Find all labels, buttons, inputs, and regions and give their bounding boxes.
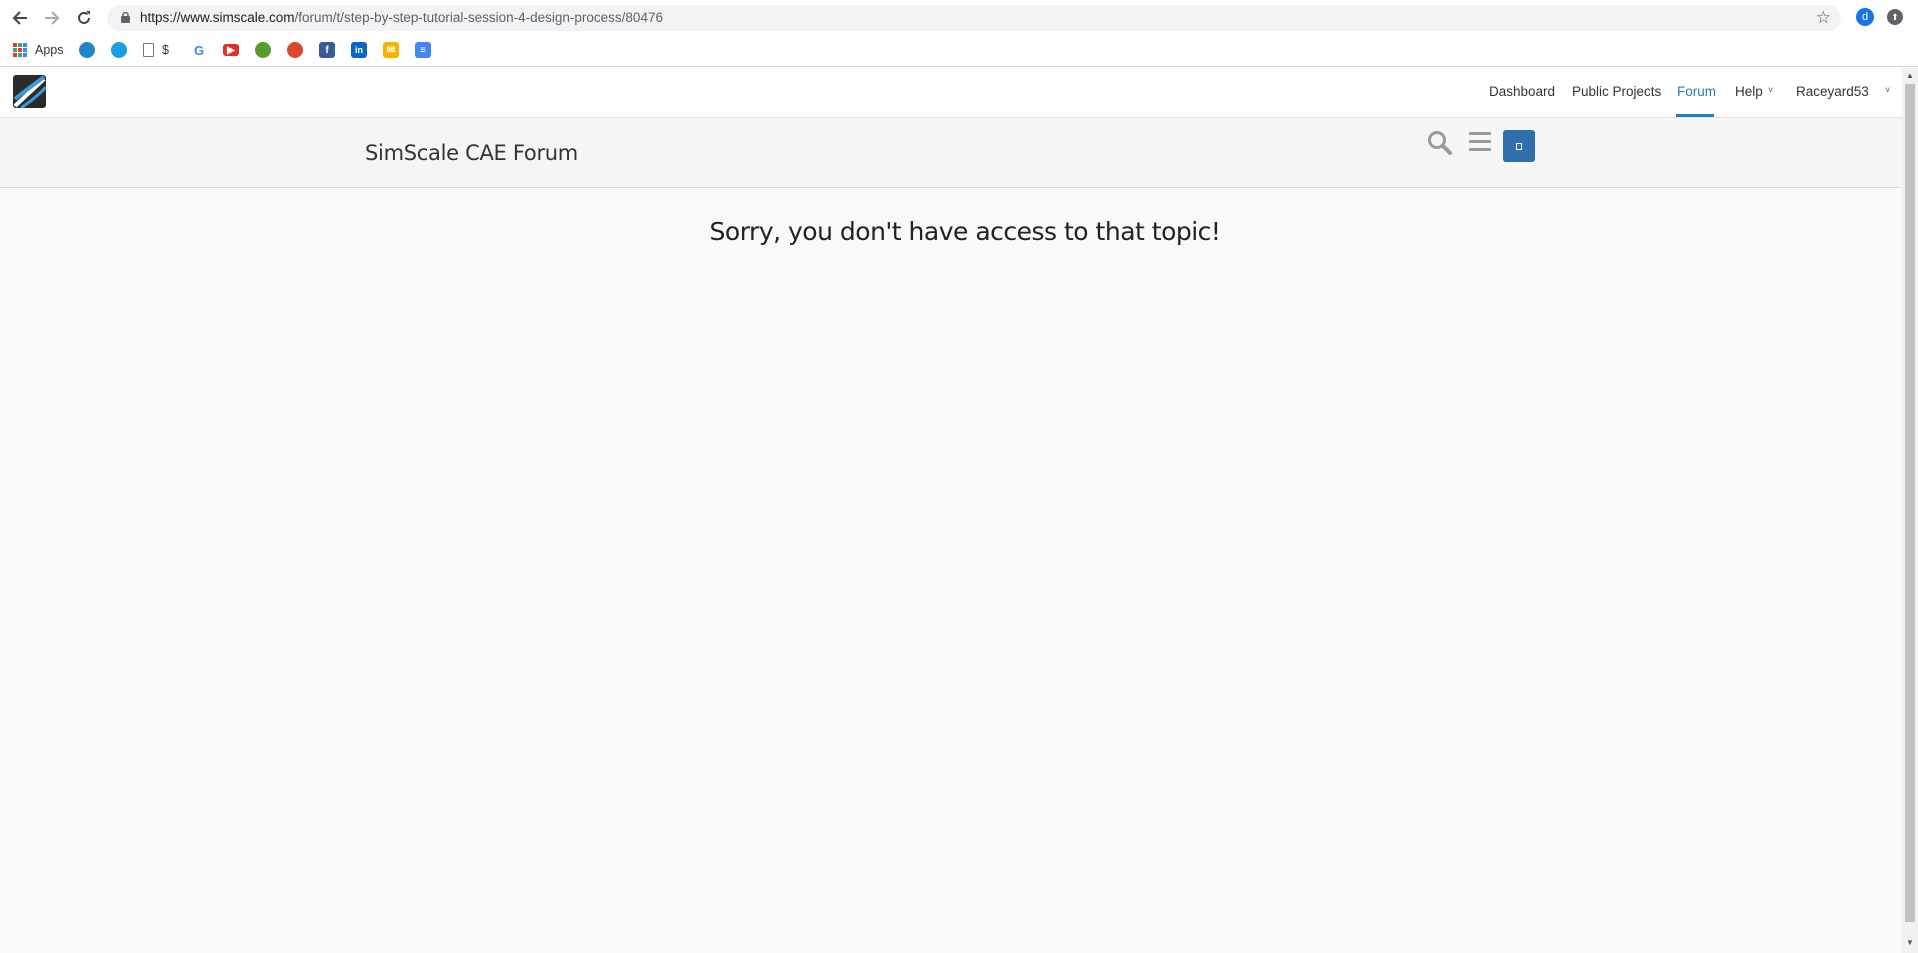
user-placeholder-icon [1516,142,1522,150]
url-text: https://www.simscale.com/forum/t/step-by… [140,10,663,25]
main-content: Sorry, you don't have access to that top… [0,189,1902,953]
bookmark-green-icon [255,42,271,58]
forward-arrow-icon[interactable] [41,7,63,29]
bookmark-star-icon[interactable]: ☆ [1816,8,1831,28]
user-avatar-button[interactable] [1503,130,1535,162]
bookmark-linkedin[interactable]: in [351,41,367,59]
profile-avatar[interactable]: d [1856,8,1874,26]
extension-icon[interactable]: ⬆ [1887,9,1903,25]
nav-forum[interactable]: Forum [1677,84,1716,99]
scroll-thumb[interactable] [1905,84,1915,922]
nav-user-menu[interactable]: Raceyard53 [1796,84,1869,99]
bookmark-1[interactable] [79,41,95,59]
apps-grid-icon [13,43,27,57]
page-icon [143,43,154,57]
dollar-label: $ [162,43,169,57]
docs-icon: ≡ [415,42,431,58]
bookmark-google[interactable]: G [191,41,207,59]
lock-icon [121,12,130,23]
site-header: Dashboard Public Projects Forum Help ˅ R… [0,68,1902,118]
page-scrollbar[interactable]: ▲ ▼ [1902,68,1918,953]
reload-icon[interactable] [73,7,95,29]
mail-icon: ✉ [383,42,399,58]
bookmark-facebook[interactable]: f [319,41,335,59]
forum-title[interactable]: SimScale CAE Forum [365,141,578,165]
search-icon[interactable] [1427,130,1453,156]
bookmark-att-icon [111,42,127,58]
bookmark-apps[interactable]: Apps [13,41,64,59]
access-denied-message: Sorry, you don't have access to that top… [709,217,1221,246]
simscale-logo[interactable] [13,75,46,108]
hamburger-menu-icon[interactable] [1469,132,1491,152]
bookmark-6[interactable] [255,41,271,59]
scroll-up-icon[interactable]: ▲ [1906,71,1914,80]
back-arrow-icon[interactable] [9,7,31,29]
bookmark-youtube[interactable]: ▶ [223,41,239,59]
url-host: https://www.simscale.com [140,10,295,25]
youtube-icon: ▶ [223,44,239,56]
address-bar[interactable]: https://www.simscale.com/forum/t/step-by… [107,5,1841,31]
bookmark-red-icon [287,42,303,58]
nav-public-projects[interactable]: Public Projects [1572,84,1661,99]
bookmark-2[interactable] [111,41,127,59]
apps-label: Apps [35,43,64,57]
bookmark-docs[interactable]: ≡ [415,41,431,59]
linkedin-icon: in [351,42,367,58]
browser-toolbar: https://www.simscale.com/forum/t/step-by… [0,0,1918,35]
user-chevron-down-icon[interactable]: ˅ [1885,85,1890,95]
bookmark-mail[interactable]: ✉ [383,41,399,59]
nav-dashboard[interactable]: Dashboard [1489,84,1555,99]
scroll-down-icon[interactable]: ▼ [1906,938,1914,947]
bookmark-globe-icon [79,42,95,58]
help-chevron-down-icon[interactable]: ˅ [1768,85,1773,95]
url-path: /forum/t/step-by-step-tutorial-session-4… [294,10,663,25]
nav-help[interactable]: Help [1735,84,1763,99]
forum-header: SimScale CAE Forum [0,118,1902,188]
nav-active-indicator [1676,114,1714,117]
bookmark-7[interactable] [287,41,303,59]
facebook-icon: f [319,42,335,58]
google-icon: G [191,42,207,58]
bookmarks-bar: Apps $ G ▶ f in ✉ ≡ [0,35,1918,67]
bookmark-3[interactable]: $ [143,41,169,59]
